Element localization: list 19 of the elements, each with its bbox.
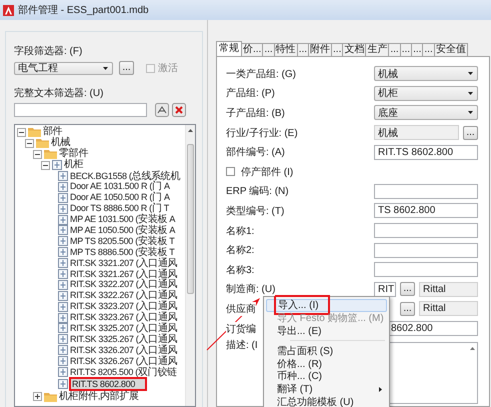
- window-title: 部件管理 - ESS_part001.mdb: [18, 4, 149, 17]
- field-label: 订货编: [226, 322, 256, 336]
- checkbox-label: 停产部件 (I): [241, 166, 294, 179]
- field-label: 类型编号: (T): [226, 204, 284, 218]
- field-label: 名称3:: [226, 262, 254, 277]
- field-label: 一类产品组: (G): [226, 66, 296, 81]
- field-label: 名称2:: [226, 243, 254, 258]
- field-label: 制造商: (U): [226, 282, 276, 296]
- field-label: 字段筛选器: (F): [14, 44, 84, 58]
- field-label: 完整文本筛选器: (U): [14, 86, 104, 100]
- field-label: 供应商: [226, 302, 256, 316]
- checkbox-label: 激活: [158, 62, 178, 75]
- field-label: 描述: (I: [226, 338, 258, 352]
- field-label: ERP 编码: (N): [226, 184, 289, 198]
- field-label: 部件编号: (A): [226, 145, 285, 160]
- field-label: 行业/子行业: (E): [226, 126, 298, 140]
- field-label: 产品组: (P): [226, 86, 275, 100]
- field-label: 名称1:: [226, 224, 254, 238]
- field-label: 子产品组: (B): [226, 106, 285, 120]
